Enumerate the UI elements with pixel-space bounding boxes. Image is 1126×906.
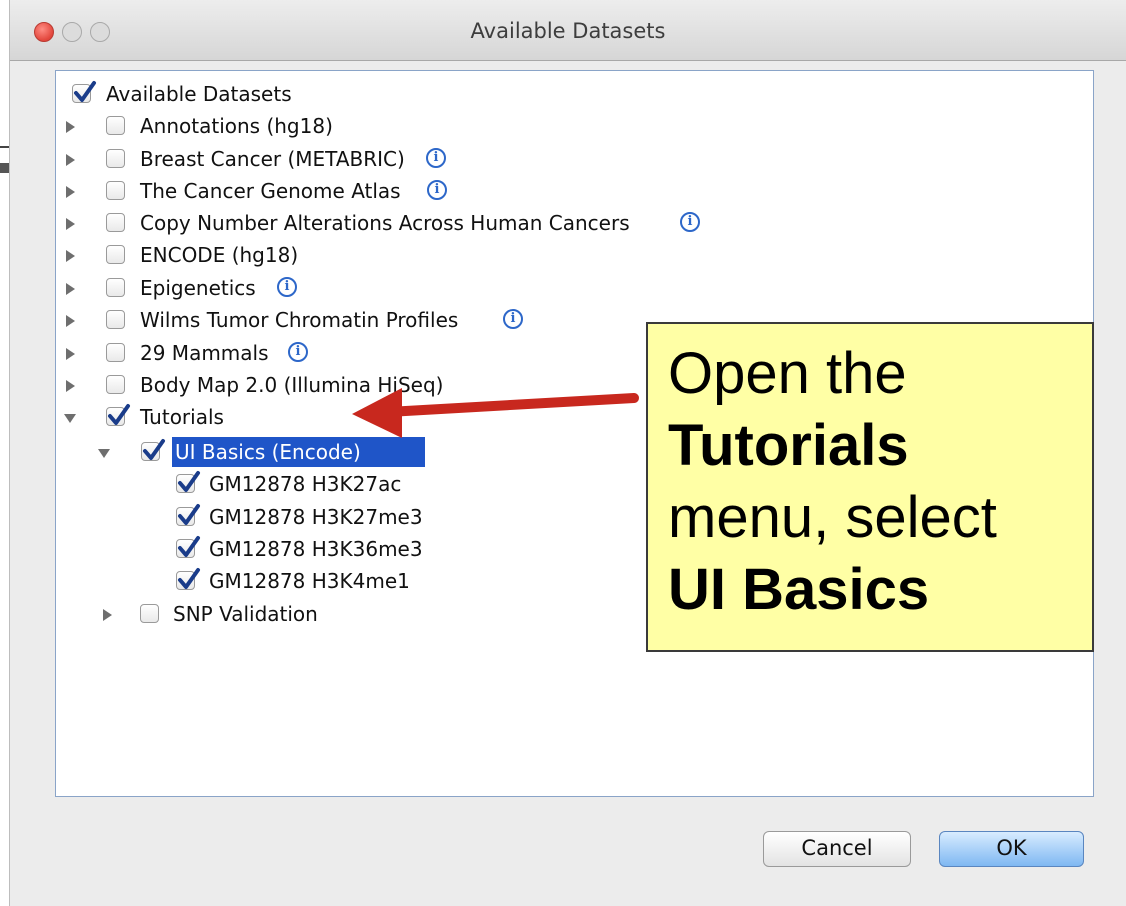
pointer-arrow-icon: [352, 388, 639, 438]
background-window-mark: [0, 146, 9, 148]
background-window-edge: [0, 0, 10, 906]
cancel-button[interactable]: Cancel: [763, 831, 911, 867]
ok-button[interactable]: OK: [939, 831, 1084, 867]
background-window-mark: [0, 163, 9, 173]
available-datasets-dialog: Available Datasets Available Datasets An…: [10, 0, 1126, 906]
